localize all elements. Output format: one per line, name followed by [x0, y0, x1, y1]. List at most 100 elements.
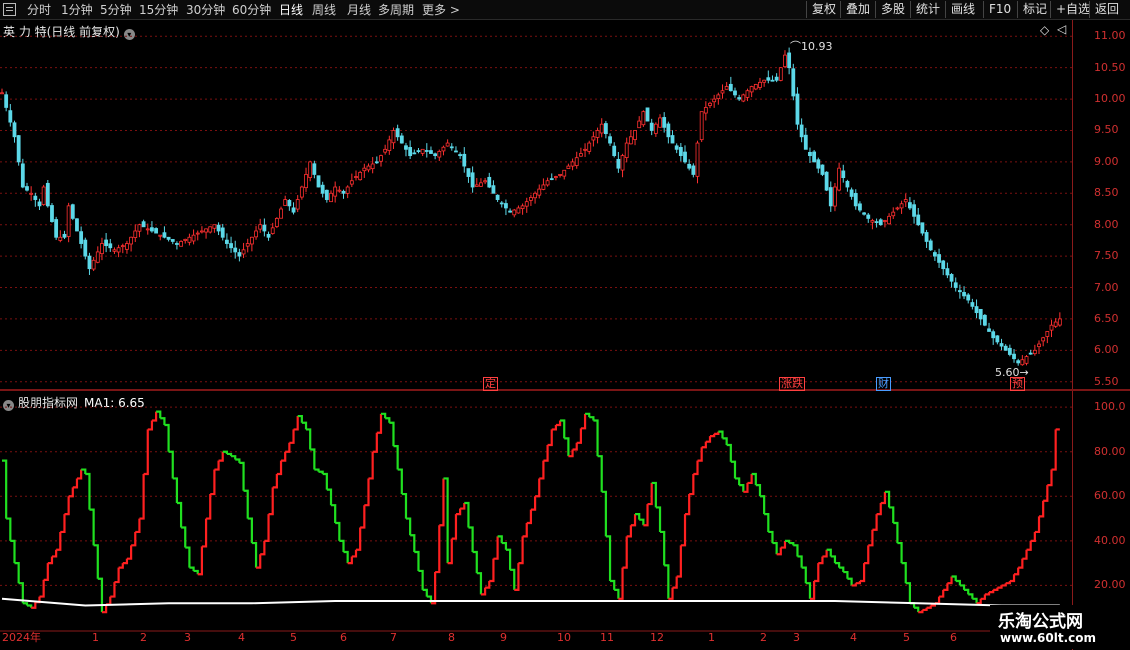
indicator-segment	[422, 588, 428, 597]
indicator-segment	[239, 461, 245, 491]
indicator-segment	[268, 487, 274, 516]
period-tab-2[interactable]: 5分钟	[100, 2, 132, 18]
candle	[1037, 340, 1041, 355]
toolbar-button-0[interactable]: 复权	[806, 1, 841, 18]
candle	[104, 233, 109, 253]
toolbar-button-4[interactable]: 画线	[945, 1, 980, 18]
watermark: 乐淘公式网 www.60lt.com	[990, 605, 1130, 649]
menu-icon[interactable]	[3, 3, 16, 16]
indicator-segment	[943, 583, 949, 591]
indicator-segment	[47, 556, 54, 565]
candle	[595, 127, 600, 144]
indicator-segment	[310, 448, 316, 470]
candle	[424, 143, 429, 158]
indicator-segment	[455, 508, 462, 516]
candle	[753, 83, 758, 91]
x-axis-label: 6	[340, 631, 347, 644]
indicator-segment	[1043, 485, 1049, 502]
indicator-segment	[1001, 583, 1007, 587]
indicator-segment	[251, 541, 258, 568]
indicator-segment	[235, 458, 241, 463]
indicator-segment	[1026, 540, 1032, 551]
candle	[258, 218, 263, 233]
toolbar-button-2[interactable]: 多股	[875, 1, 910, 18]
candle	[1007, 344, 1012, 357]
candle	[220, 223, 225, 241]
indicator-segment	[435, 525, 441, 574]
candle	[903, 193, 908, 207]
candle	[908, 197, 912, 211]
indicator-segment	[51, 549, 58, 558]
candle	[612, 142, 617, 158]
event-marker[interactable]: 定	[483, 377, 498, 391]
period-tab-9[interactable]: 多周期	[378, 2, 414, 18]
indicator-segment	[439, 478, 445, 527]
indicator-segment	[351, 549, 358, 558]
indicator-segment	[984, 592, 991, 596]
indicator-segment	[93, 544, 99, 579]
candle	[720, 84, 725, 99]
candle	[587, 140, 592, 155]
candle	[237, 248, 242, 262]
candle	[649, 118, 654, 136]
indicator-segment	[905, 582, 912, 604]
period-tab-5[interactable]: 60分钟	[232, 2, 271, 18]
candle	[1003, 344, 1008, 351]
candle	[899, 200, 904, 214]
indicator-segment	[1009, 574, 1016, 583]
period-tab-1[interactable]: 1分钟	[61, 2, 93, 18]
candle	[620, 153, 625, 178]
toolbar-button-5[interactable]: F10	[983, 1, 1016, 18]
x-axis-label: 1	[92, 631, 99, 644]
candle	[566, 163, 571, 169]
indicator-segment	[730, 460, 737, 479]
period-tab-0[interactable]: 分时	[27, 2, 51, 18]
indicator-segment	[989, 589, 995, 594]
indicator-segment	[343, 550, 349, 564]
candle	[982, 313, 987, 327]
indicator-segment	[401, 492, 408, 519]
indicator-segment	[639, 518, 645, 526]
candle	[1032, 344, 1037, 356]
indicator-segment	[181, 526, 187, 548]
candle	[279, 206, 283, 219]
candle	[537, 184, 542, 199]
ma-line	[1, 597, 1060, 607]
price-tick-label: 9.00	[1094, 154, 1119, 168]
candle	[924, 229, 929, 248]
candle	[295, 195, 300, 213]
indicator-segment	[201, 518, 208, 548]
candle	[45, 179, 50, 208]
watermark-url: www.60lt.com	[1000, 631, 1097, 645]
period-tab-6[interactable]: 日线	[279, 2, 303, 18]
period-tab-7[interactable]: 周线	[312, 2, 336, 18]
toolbar-button-3[interactable]: 统计	[910, 1, 945, 18]
toolbar-button-8[interactable]: 返回	[1089, 1, 1124, 18]
candle	[420, 148, 425, 157]
candle	[828, 181, 833, 212]
indicator-segment	[89, 508, 95, 546]
period-tab-4[interactable]: 30分钟	[186, 2, 225, 18]
period-tab-3[interactable]: 15分钟	[139, 2, 178, 18]
candle	[728, 76, 733, 92]
x-axis-label: 9	[500, 631, 507, 644]
indicator-segment	[660, 530, 666, 566]
candle	[883, 219, 887, 228]
event-marker[interactable]: 预	[1010, 377, 1025, 391]
indicator-segment	[356, 527, 362, 551]
price-tick-label: 7.50	[1094, 249, 1119, 263]
event-marker[interactable]: 涨跌	[779, 377, 805, 391]
period-tab-8[interactable]: 月线	[347, 2, 371, 18]
toolbar-button-1[interactable]: 叠加	[840, 1, 875, 18]
event-marker[interactable]: 财	[876, 377, 891, 391]
period-tab-10[interactable]: 更多 >	[422, 2, 460, 18]
indicator-segment	[914, 606, 920, 613]
candle	[733, 87, 737, 98]
candle	[932, 250, 937, 261]
indicator-segment	[410, 534, 416, 552]
toolbar-button-6[interactable]: 标记	[1017, 1, 1052, 18]
candle	[224, 233, 229, 249]
x-axis-label: 2	[760, 631, 767, 644]
candle	[533, 191, 537, 204]
indicator-segment	[964, 588, 970, 595]
